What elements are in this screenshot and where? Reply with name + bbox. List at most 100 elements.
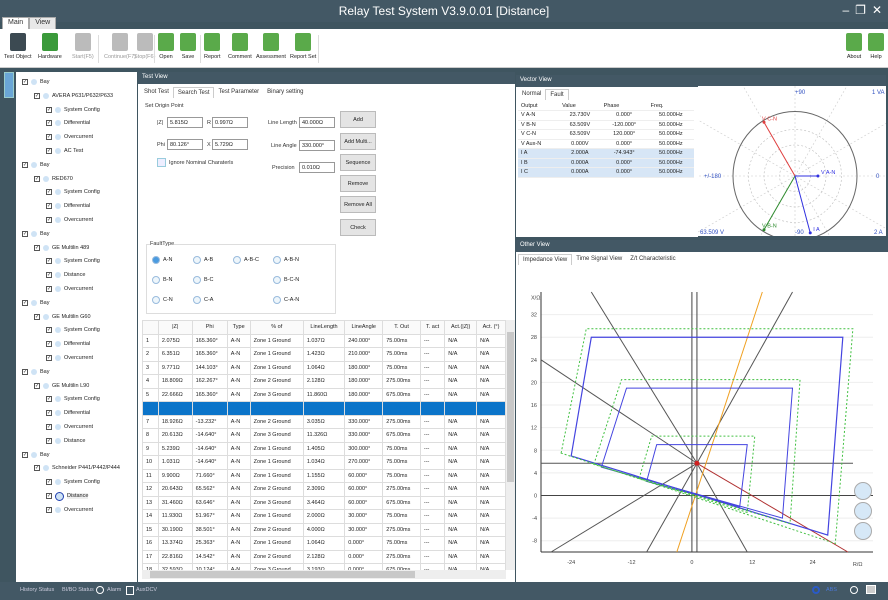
pause-icon[interactable] — [850, 586, 858, 594]
table-row[interactable]: 13 31.460Ω 63.646° A-N Zone 3 Ground 3.464Ω 60… — [142, 495, 506, 510]
continue-f7-button[interactable]: Continue(F7) — [104, 33, 136, 60]
column-header[interactable]: % of — [249, 320, 304, 335]
checkbox[interactable]: ✓ — [22, 299, 28, 306]
vector-row[interactable]: V B-N 63.509V -120.000° 50.000Hz — [518, 120, 694, 130]
line-angle-input[interactable]: 330.000° — [299, 140, 335, 151]
tab-time-signal-view[interactable]: Time Signal View — [572, 254, 626, 265]
tree-node-ge-multilin-g60[interactable]: ✓ GE Multilin G60 — [34, 311, 91, 323]
side-panel-tab[interactable] — [4, 72, 14, 98]
zoom-out-icon[interactable] — [854, 502, 872, 520]
table-row[interactable]: 12 20.643Ω 65.562° A-N Zone 2 Ground 2.309Ω 60… — [142, 482, 506, 497]
open-button[interactable]: Open — [158, 33, 174, 60]
tree-node-system-config[interactable]: ✓ System Config — [46, 393, 100, 405]
table-row[interactable]: 4 18.809Ω 162.267° A-N Zone 2 Ground 2.128Ω 18… — [142, 374, 506, 389]
table-row[interactable]: 1 2.075Ω 165.360° A-N Zone 1 Ground 1.037Ω 240… — [142, 333, 506, 348]
column-header[interactable]: LineAngle — [344, 320, 384, 335]
fault-type-b-c-n[interactable]: B-C-N — [273, 276, 299, 284]
tree-node-avera-p631-p632-p633[interactable]: ✓ AVERA P631/P632/P633 — [34, 90, 113, 102]
radio-button[interactable] — [233, 256, 241, 264]
checkbox[interactable]: ✓ — [22, 161, 28, 168]
checkbox[interactable]: ✓ — [46, 286, 52, 292]
checkbox[interactable]: ✓ — [46, 217, 52, 223]
checkbox[interactable]: ✓ — [46, 396, 52, 403]
checkbox[interactable]: ✓ — [46, 203, 52, 210]
sequence-button[interactable]: Sequence — [340, 154, 376, 171]
checkbox[interactable]: ✓ — [46, 424, 52, 430]
radio-button[interactable] — [193, 276, 201, 284]
start-f5-button[interactable]: Start(F5) — [72, 33, 94, 60]
checkbox[interactable]: ✓ — [46, 106, 52, 113]
tree-node-system-config[interactable]: ✓ System Config — [46, 104, 100, 116]
checkbox[interactable]: ✓ — [34, 313, 40, 320]
tab-shot-test[interactable]: Shot Test — [140, 87, 173, 98]
checkbox[interactable]: ✓ — [46, 437, 52, 444]
vector-row[interactable]: V Aux-N 0.000V 0.000° 50.000Hz — [518, 139, 694, 149]
tab-impedance-view[interactable]: Impedance View — [518, 254, 573, 265]
checkbox[interactable]: ✓ — [34, 465, 40, 472]
fault-type-c-a[interactable]: C-A — [193, 296, 213, 304]
tree-node-system-config[interactable]: ✓ System Config — [46, 255, 100, 267]
tree-node-distance[interactable]: ✓ Distance — [46, 269, 85, 281]
table-vscroll-thumb[interactable] — [507, 332, 514, 482]
tree-node-bay[interactable]: ✓ Bay — [22, 297, 49, 309]
tab-test-parameter[interactable]: Test Parameter — [214, 87, 263, 98]
checkbox[interactable]: ✓ — [46, 341, 52, 348]
tab-zt-characteristic[interactable]: Z/t Characteristic — [626, 254, 679, 265]
tree-node-schneider-p441-p442-p444[interactable]: ✓ Schneider P441/P442/P444 — [34, 462, 120, 474]
table-row[interactable]: 9 5.239Ω -14.640° A-N Zone 1 Ground 1.405Ω 300… — [142, 441, 506, 456]
table-row[interactable]: 14 11.930Ω 51.967° A-N Zone 1 Ground 2.000Ω 30… — [142, 509, 506, 524]
tree-node-bay[interactable]: ✓ Bay — [22, 159, 49, 171]
tree-node-differential[interactable]: ✓ Differential — [46, 407, 90, 419]
fault-type-b-c[interactable]: B-C — [193, 276, 213, 284]
checkbox[interactable]: ✓ — [22, 79, 28, 85]
column-header[interactable]: |Z| — [157, 320, 193, 335]
tree-node-bay[interactable]: ✓ Bay — [22, 228, 49, 240]
checkbox[interactable]: ✓ — [46, 327, 52, 334]
checkbox[interactable]: ✓ — [46, 410, 52, 417]
add-button[interactable]: Add — [340, 111, 376, 128]
menu-tab-view[interactable]: View — [29, 17, 57, 29]
zoom-fit-icon[interactable] — [854, 522, 872, 540]
radio-button[interactable] — [152, 256, 160, 264]
vector-row[interactable]: I C 0.000A 0.000° 50.000Hz — [518, 167, 694, 178]
add-multi-button[interactable]: Add Multi... — [340, 133, 376, 150]
checkbox[interactable]: ✓ — [46, 258, 52, 265]
remove-all-button[interactable]: Remove All — [340, 196, 376, 213]
checkbox[interactable]: ✓ — [46, 189, 52, 196]
table-row[interactable]: 16 13.374Ω 25.363° A-N Zone 1 Ground 1.064Ω 0.… — [142, 536, 506, 551]
line-length-input[interactable]: 40.000Ω — [299, 117, 335, 128]
checkbox[interactable]: ✓ — [22, 451, 28, 458]
x-input[interactable]: 5.729Ω — [212, 139, 248, 150]
tab-normal[interactable]: Normal — [518, 89, 545, 100]
tab-binary-setting[interactable]: Binary setting — [263, 87, 307, 98]
tree-node-bay[interactable]: ✓ Bay — [22, 76, 49, 88]
radio-button[interactable] — [152, 296, 160, 304]
phi-input[interactable]: 80.126° — [167, 139, 203, 150]
fault-type-a-b[interactable]: A-B — [193, 256, 213, 264]
tab-fault[interactable]: Fault — [545, 89, 569, 100]
vector-row[interactable]: I A 2.000A -74.943° 50.000Hz — [518, 148, 694, 159]
tree-node-overcurrent[interactable]: ✓ Overcurrent — [46, 214, 93, 226]
tree-node-system-config[interactable]: ✓ System Config — [46, 324, 100, 336]
checkbox[interactable]: ✓ — [46, 120, 52, 127]
minimize-icon[interactable]: – — [842, 3, 849, 17]
table-row[interactable]: 3 9.771Ω 144.103° A-N Zone 1 Ground 1.064Ω 180… — [142, 360, 506, 375]
table-row[interactable]: 8 20.613Ω -14.640° A-N Zone 3 Ground 11.326Ω 3… — [142, 428, 506, 443]
tree-node-differential[interactable]: ✓ Differential — [46, 117, 90, 129]
column-header[interactable]: Act. (°) — [476, 320, 506, 335]
history-status[interactable]: History Status — [20, 587, 54, 593]
column-header[interactable]: Act.(|Z|) — [444, 320, 478, 335]
checkbox[interactable]: ✓ — [46, 479, 52, 486]
column-header[interactable]: T. Out — [382, 320, 421, 335]
checkbox[interactable]: ✓ — [34, 92, 40, 99]
radio-button[interactable] — [273, 256, 281, 264]
checkbox[interactable]: ✓ — [46, 272, 52, 279]
table-row[interactable]: 6 10.169Ω 2.473° A-N Zone 1 Ground 1.019Ω 330.… — [142, 401, 506, 416]
hardware-button[interactable]: Hardware — [38, 33, 62, 60]
tree-node-overcurrent[interactable]: ✓ Overcurrent — [46, 352, 93, 364]
tree-node-bay[interactable]: ✓ Bay — [22, 366, 49, 378]
tree-node-overcurrent[interactable]: ✓ Overcurrent — [46, 504, 93, 516]
radio-button[interactable] — [193, 296, 201, 304]
checkbox[interactable]: ✓ — [34, 244, 40, 251]
comment-button[interactable]: Comment — [228, 33, 252, 60]
